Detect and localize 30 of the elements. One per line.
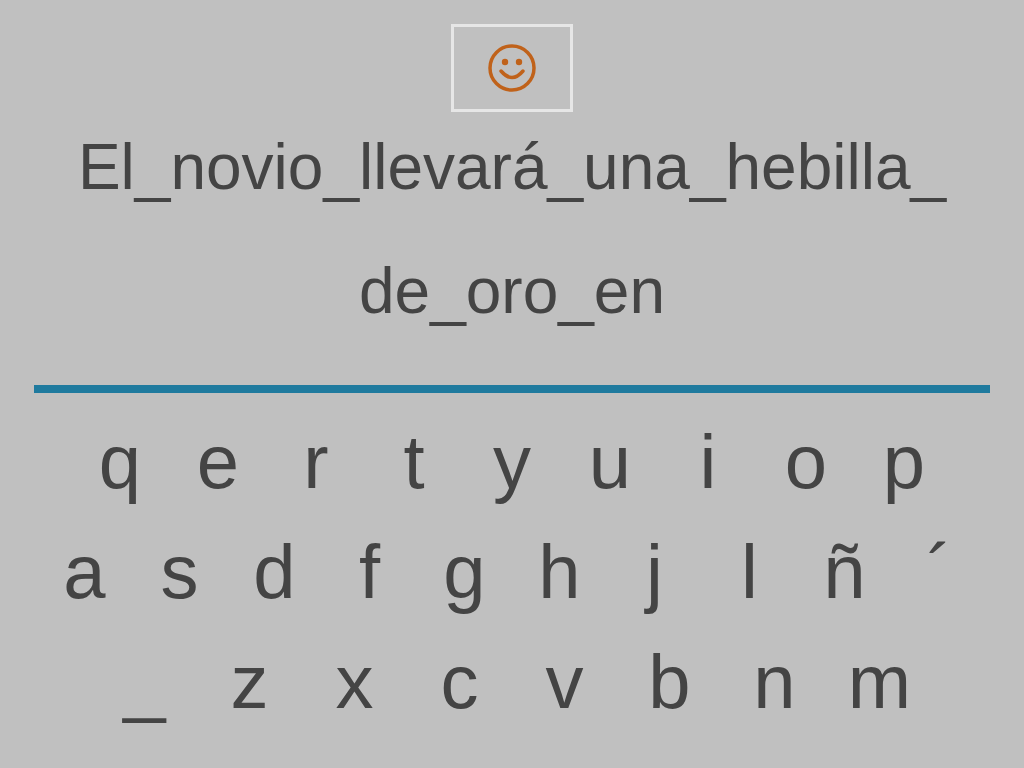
letter-key[interactable]: y <box>493 417 531 507</box>
letter-key[interactable]: f <box>358 527 381 617</box>
letter-key[interactable]: t <box>403 417 425 507</box>
letter-key[interactable]: h <box>538 527 581 617</box>
letter-key[interactable]: i <box>699 417 717 507</box>
letter-key[interactable]: m <box>847 637 912 727</box>
letter-key[interactable]: b <box>648 637 691 727</box>
letter-key[interactable]: n <box>753 637 796 727</box>
letter-key[interactable]: _ <box>123 637 166 727</box>
letter-key[interactable]: q <box>98 417 142 507</box>
letter-key[interactable]: d <box>253 527 296 617</box>
letter-key[interactable]: s <box>160 527 199 617</box>
sentence-line: de_oro_en <box>358 254 666 329</box>
letter-key[interactable]: a <box>63 527 106 617</box>
letter-key[interactable]: j <box>646 527 663 617</box>
letter-key[interactable]: u <box>588 417 632 507</box>
letter-key[interactable]: r <box>303 417 329 507</box>
letter-key[interactable]: c <box>440 637 479 727</box>
letter-key[interactable]: g <box>443 527 486 617</box>
letter-key[interactable]: e <box>196 417 240 507</box>
sentence-line: El_novio_llevará_una_hebilla_ <box>77 130 947 205</box>
letter-key[interactable]: x <box>335 637 374 727</box>
letter-key[interactable]: z <box>230 637 269 727</box>
letter-key[interactable]: p <box>882 417 926 507</box>
letter-key[interactable]: ´ <box>926 527 953 617</box>
letter-key[interactable]: o <box>784 417 828 507</box>
letter-key[interactable]: l <box>741 527 758 617</box>
smiley-icon <box>486 42 538 94</box>
letter-key[interactable]: ñ <box>823 527 866 617</box>
letter-key[interactable]: v <box>545 637 584 727</box>
